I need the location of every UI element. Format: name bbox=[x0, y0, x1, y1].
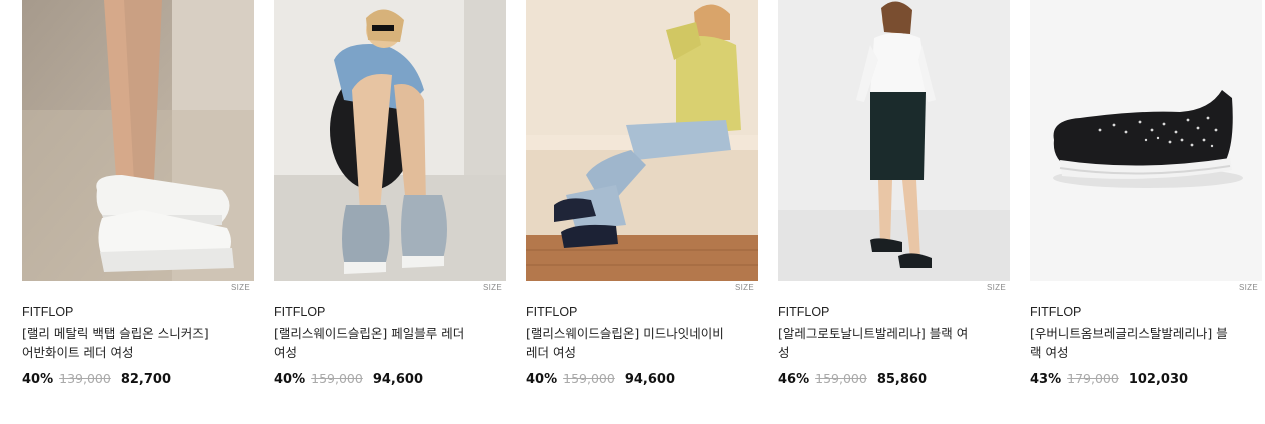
discount-rate: 46% bbox=[778, 372, 810, 387]
product-name[interactable]: [우버니트옴브레글리스탈발레리나] 블랙 여성 bbox=[1030, 324, 1230, 362]
size-label[interactable]: SIZE bbox=[483, 283, 502, 292]
sale-price: 82,700 bbox=[120, 372, 171, 387]
price-row: 40% 159,000 94,600 bbox=[274, 371, 506, 388]
product-card[interactable]: SIZE FITFLOP [랠리스웨이드슬립온] 페일블루 레더 여성 40% … bbox=[274, 0, 506, 388]
product-name[interactable]: [랠리 메탈릭 백탭 슬립온 스니커즈] 어반화이트 레더 여성 bbox=[22, 324, 222, 362]
price-row: 43% 179,000 102,030 bbox=[1030, 371, 1262, 388]
sale-price: 94,600 bbox=[372, 372, 423, 387]
price-row: 40% 159,000 94,600 bbox=[526, 371, 758, 388]
product-brand: FITFLOP bbox=[778, 305, 830, 319]
original-price: 159,000 bbox=[563, 371, 615, 386]
product-card[interactable]: SIZE FITFLOP [알레그로토날니트발레리나] 블랙 여성 46% 15… bbox=[778, 0, 1010, 388]
product-image[interactable] bbox=[22, 0, 254, 281]
discount-rate: 43% bbox=[1030, 372, 1062, 387]
discount-rate: 40% bbox=[22, 372, 54, 387]
product-brand: FITFLOP bbox=[1030, 305, 1082, 319]
product-brand: FITFLOP bbox=[22, 305, 74, 319]
product-brand: FITFLOP bbox=[526, 305, 578, 319]
size-label[interactable]: SIZE bbox=[1239, 283, 1258, 292]
product-image[interactable] bbox=[778, 0, 1010, 281]
product-name[interactable]: [알레그로토날니트발레리나] 블랙 여성 bbox=[778, 324, 978, 362]
original-price: 159,000 bbox=[311, 371, 363, 386]
product-image[interactable] bbox=[526, 0, 758, 281]
product-brand: FITFLOP bbox=[274, 305, 326, 319]
original-price: 139,000 bbox=[59, 371, 111, 386]
product-card[interactable]: SIZE FITFLOP [랠리 메탈릭 백탭 슬립온 스니커즈] 어반화이트 … bbox=[22, 0, 254, 388]
product-name[interactable]: [랠리스웨이드슬립온] 미드나잇네이비 레더 여성 bbox=[526, 324, 726, 362]
price-row: 46% 159,000 85,860 bbox=[778, 371, 1010, 388]
size-label[interactable]: SIZE bbox=[231, 283, 250, 292]
price-row: 40% 139,000 82,700 bbox=[22, 371, 254, 388]
sale-price: 94,600 bbox=[624, 372, 675, 387]
product-card[interactable]: SIZE FITFLOP [우버니트옴브레글리스탈발레리나] 블랙 여성 43%… bbox=[1030, 0, 1262, 388]
sale-price: 85,860 bbox=[876, 372, 927, 387]
sale-price: 102,030 bbox=[1128, 372, 1189, 387]
size-label[interactable]: SIZE bbox=[987, 283, 1006, 292]
original-price: 179,000 bbox=[1067, 371, 1119, 386]
product-name[interactable]: [랠리스웨이드슬립온] 페일블루 레더 여성 bbox=[274, 324, 474, 362]
size-label[interactable]: SIZE bbox=[735, 283, 754, 292]
discount-rate: 40% bbox=[274, 372, 306, 387]
original-price: 159,000 bbox=[815, 371, 867, 386]
discount-rate: 40% bbox=[526, 372, 558, 387]
product-image[interactable] bbox=[1030, 0, 1262, 281]
product-image[interactable] bbox=[274, 0, 506, 281]
product-card[interactable]: SIZE FITFLOP [랠리스웨이드슬립온] 미드나잇네이비 레더 여성 4… bbox=[526, 0, 758, 388]
product-grid: SIZE FITFLOP [랠리 메탈릭 백탭 슬립온 스니커즈] 어반화이트 … bbox=[22, 0, 1262, 388]
